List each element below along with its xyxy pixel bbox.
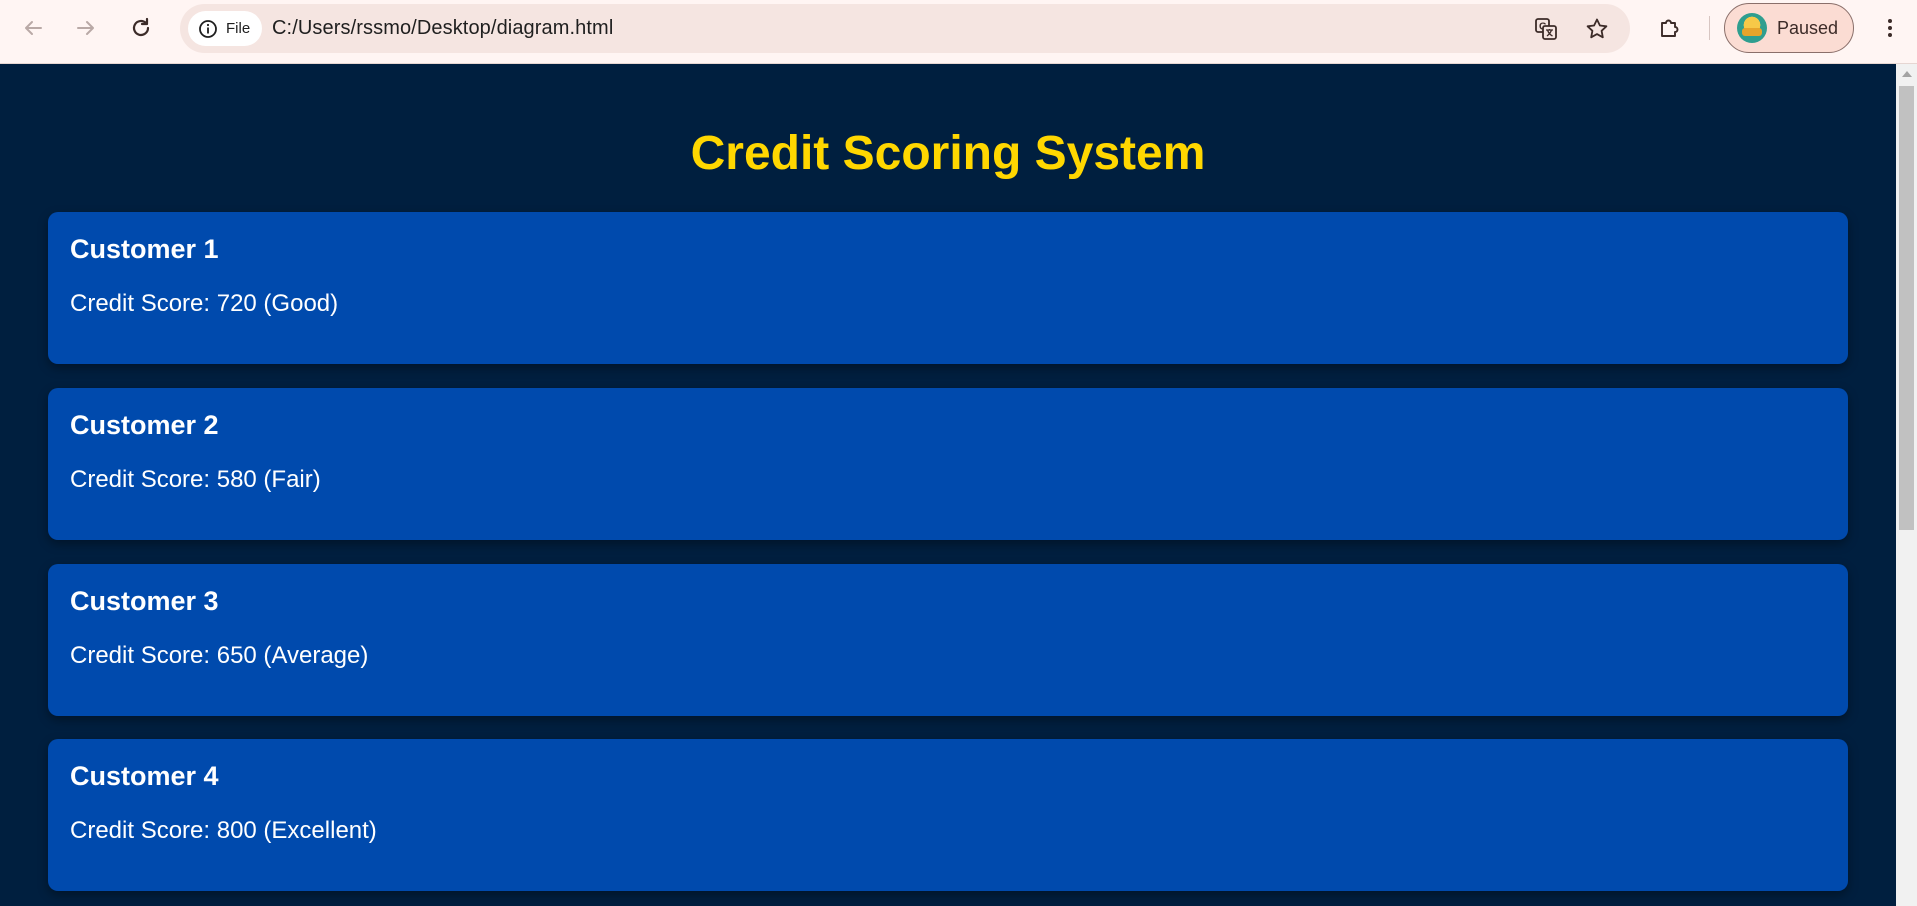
credit-score-text: Credit Score: 650 (Average)	[70, 642, 369, 669]
site-info-chip[interactable]: File	[188, 11, 263, 46]
browser-toolbar: File C:/Users/rssmo/Desktop/diagram.html…	[0, 0, 1917, 64]
customer-card: Customer 3 Credit Score: 650 (Average)	[48, 564, 1848, 716]
toolbar-divider	[1709, 16, 1710, 40]
forward-arrow-icon	[77, 21, 94, 35]
site-chip-label: File	[226, 20, 251, 37]
star-icon	[1586, 18, 1608, 39]
translate-button[interactable]: G	[1532, 15, 1560, 43]
page-title: Credit Scoring System	[690, 127, 1206, 180]
page-viewport: Credit Scoring System Customer 1 Credit …	[0, 64, 1896, 906]
more-vertical-icon	[1888, 19, 1892, 37]
vertical-scrollbar[interactable]	[1896, 64, 1917, 906]
forward-button[interactable]	[68, 10, 104, 46]
customer-name: Customer 1	[70, 234, 219, 264]
customer-card: Customer 1 Credit Score: 720 (Good)	[48, 212, 1848, 364]
customer-name: Customer 4	[70, 761, 219, 791]
profile-button[interactable]: Paused	[1724, 3, 1854, 53]
avatar	[1737, 13, 1767, 43]
back-arrow-icon	[25, 21, 42, 35]
translate-icon: G	[1535, 18, 1557, 40]
scroll-up-button[interactable]	[1896, 66, 1917, 82]
customer-card: Customer 4 Credit Score: 800 (Excellent)	[48, 739, 1848, 891]
scrollbar-thumb[interactable]	[1899, 86, 1914, 530]
address-bar[interactable]: File C:/Users/rssmo/Desktop/diagram.html…	[180, 4, 1630, 53]
back-button[interactable]	[15, 10, 51, 46]
profile-status-label: Paused	[1777, 17, 1839, 38]
customer-name: Customer 2	[70, 410, 219, 440]
credit-score-text: Credit Score: 580 (Fair)	[70, 466, 321, 493]
reload-button[interactable]	[123, 10, 159, 46]
puzzle-piece-icon	[1661, 19, 1679, 37]
reload-icon	[132, 17, 150, 37]
bookmark-button[interactable]	[1583, 15, 1611, 43]
customer-card: Customer 2 Credit Score: 580 (Fair)	[48, 388, 1848, 540]
credit-score-text: Credit Score: 800 (Excellent)	[70, 817, 377, 844]
url-text[interactable]: C:/Users/rssmo/Desktop/diagram.html	[272, 4, 613, 53]
browser-menu-button[interactable]	[1872, 10, 1908, 46]
credit-score-text: Credit Score: 720 (Good)	[70, 290, 339, 317]
scroll-up-arrow-icon	[1901, 71, 1912, 77]
info-icon	[199, 19, 217, 38]
customer-name: Customer 3	[70, 586, 219, 616]
extensions-button[interactable]	[1656, 14, 1684, 42]
